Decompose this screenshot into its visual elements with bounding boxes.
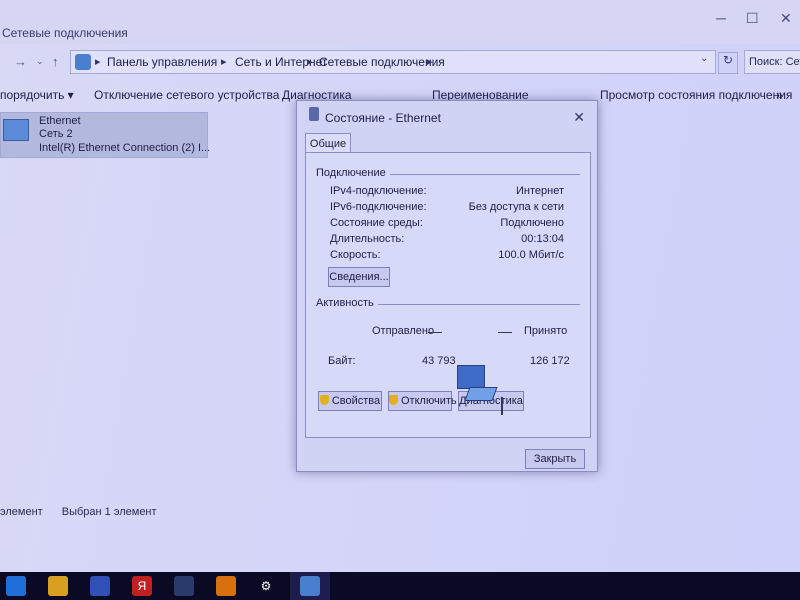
selection-count: Выбран 1 элемент: [61, 506, 157, 518]
taskbar: Я ⚙: [0, 572, 800, 600]
dialog-title: Состояние - Ethernet: [325, 111, 441, 125]
steam-icon[interactable]: [174, 576, 194, 596]
details-button[interactable]: Сведения...: [328, 267, 390, 287]
up-arrow-icon[interactable]: ↑: [52, 54, 59, 69]
network-adapter-icon: [3, 119, 29, 141]
properties-button[interactable]: Свойства: [318, 391, 382, 411]
windows-store-icon[interactable]: [90, 576, 110, 596]
address-input[interactable]: ▸ Панель управления ▸ Сеть и Интернет ▸ …: [70, 50, 716, 74]
speed-label: Скорость:: [330, 249, 381, 261]
disable-device-button[interactable]: Отключение сетевого устройства: [94, 88, 279, 102]
recent-locations-icon[interactable]: ⌄: [36, 56, 44, 67]
breadcrumb-network-internet[interactable]: Сеть и Интернет: [235, 55, 327, 69]
duration-value: 00:13:04: [521, 233, 564, 245]
more-commands-icon[interactable]: »: [776, 88, 783, 102]
tab-general[interactable]: Общие: [305, 133, 351, 153]
ethernet-status-dialog: Состояние - Ethernet ✕ Общие Подключение…: [296, 100, 598, 472]
network-computers-icon: [457, 365, 485, 389]
yandex-icon[interactable]: Я: [132, 576, 152, 596]
view-status-button[interactable]: Просмотр состояния подключения: [600, 88, 792, 102]
connection-group-divider: [390, 174, 580, 175]
breadcrumb-separator-icon[interactable]: ▸: [427, 55, 433, 68]
breadcrumb-separator-icon: ▸: [95, 56, 101, 68]
received-label: Принято: [524, 325, 568, 337]
window-close-icon[interactable]: ✕: [780, 10, 792, 27]
organize-button[interactable]: порядочить ▾: [0, 88, 74, 102]
ipv6-label: IPv6-подключение:: [330, 201, 427, 213]
bytes-received-value: 126 172: [530, 355, 570, 367]
search-input[interactable]: Поиск: Сете: [744, 50, 800, 74]
ipv6-value: Без доступа к сети: [468, 201, 564, 213]
minimize-icon[interactable]: ─: [716, 10, 726, 26]
edge-browser-icon[interactable]: [6, 576, 26, 596]
close-button[interactable]: Закрыть: [525, 449, 585, 469]
desktop-screen: Сетевые подключения ─ ☐ ✕ → ⌄ ↑ ▸ Панель…: [0, 0, 800, 572]
address-bar: → ⌄ ↑ ▸ Панель управления ▸ Сеть и Интер…: [0, 48, 800, 76]
duration-label: Длительность:: [330, 233, 405, 245]
sent-label: Отправлено: [372, 325, 435, 337]
control-panel-icon: [75, 54, 91, 70]
disable-button-label: Отключить: [401, 395, 457, 407]
bytes-sent-value: 43 793: [422, 355, 456, 367]
activity-group-divider: [378, 304, 580, 305]
forward-arrow-icon[interactable]: →: [14, 54, 27, 69]
window-title: Сетевые подключения: [2, 26, 128, 40]
network-connections-icon[interactable]: [300, 576, 320, 596]
item-count: элемент: [0, 506, 43, 518]
maximize-icon[interactable]: ☐: [746, 10, 759, 27]
network-status-icon: [309, 107, 319, 121]
properties-button-label: Свойства: [331, 395, 381, 407]
breadcrumb-control-panel[interactable]: Панель управления: [107, 55, 217, 69]
breadcrumb-network-connections[interactable]: Сетевые подключения: [319, 55, 445, 69]
connection-group-label: Подключение: [316, 167, 386, 179]
bytes-label: Байт:: [328, 355, 356, 367]
vlc-icon[interactable]: [216, 576, 236, 596]
breadcrumb-separator-icon[interactable]: ▸: [307, 55, 313, 68]
media-state-label: Состояние среды:: [330, 217, 423, 229]
refresh-icon[interactable]: ↻: [718, 52, 738, 74]
window-titlebar: Сетевые подключения ─ ☐ ✕: [0, 0, 800, 44]
file-explorer-icon[interactable]: [48, 576, 68, 596]
adapter-name: Ethernet: [39, 115, 81, 127]
uac-shield-icon: [389, 395, 398, 405]
adapter-device: Intel(R) Ethernet Connection (2) I...: [39, 142, 211, 154]
ipv4-value: Интернет: [516, 185, 564, 197]
speed-value: 100.0 Мбит/с: [498, 249, 564, 261]
general-tab-panel: Подключение IPv4-подключение: Интернет I…: [305, 152, 591, 438]
activity-group-label: Активность: [316, 297, 374, 309]
activity-divider: [501, 397, 503, 415]
breadcrumb-separator-icon[interactable]: ▸: [221, 55, 227, 68]
settings-icon[interactable]: ⚙: [256, 576, 276, 596]
uac-shield-icon: [319, 395, 329, 405]
ipv4-label: IPv4-подключение:: [330, 185, 427, 197]
status-bar: элемент Выбран 1 элемент: [0, 506, 157, 518]
address-dropdown-icon[interactable]: ⌄: [700, 53, 708, 64]
sent-line: [428, 332, 442, 333]
ethernet-adapter-item[interactable]: Ethernet Сеть 2 Intel(R) Ethernet Connec…: [0, 112, 211, 158]
dialog-close-icon[interactable]: ✕: [573, 109, 585, 126]
media-state-value: Подключено: [500, 217, 564, 229]
received-line: [498, 332, 512, 333]
disable-button[interactable]: Отключить: [388, 391, 457, 411]
adapter-network: Сеть 2: [39, 128, 73, 140]
network-activity-icon: [464, 387, 498, 401]
